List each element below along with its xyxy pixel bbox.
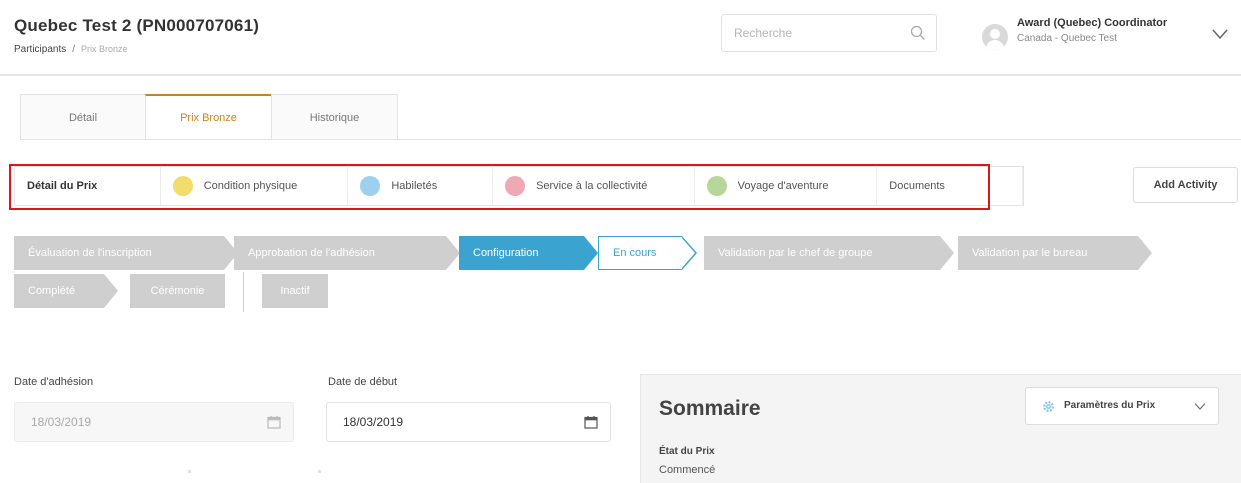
adhesion-date-input	[15, 403, 293, 441]
status-step-validation-bureau: Validation par le bureau	[958, 236, 1152, 270]
page-header: Quebec Test 2 (PN000707061) Participants…	[0, 0, 1241, 76]
subtab-label: Documents	[889, 180, 945, 192]
award-settings-label: Paramètres du Prix	[1064, 400, 1156, 411]
breadcrumb: Participants / Prix Bronze	[14, 44, 128, 55]
tab-detail[interactable]: Détail	[20, 94, 146, 140]
adhesion-date-field	[14, 402, 294, 442]
status-step-configuration: Configuration	[459, 236, 598, 270]
gear-icon	[1043, 401, 1054, 412]
avatar-body	[986, 40, 1004, 50]
subtab-label: Détail du Prix	[27, 180, 98, 192]
add-activity-button[interactable]: Add Activity	[1133, 167, 1238, 203]
skills-icon	[360, 176, 381, 196]
status-step-inactif: Inactif	[262, 274, 328, 308]
subtab-label: Condition physique	[203, 180, 298, 192]
subtab-label: Habiletés	[391, 180, 438, 192]
user-org: Canada - Quebec Test	[1017, 33, 1117, 44]
search-icon[interactable]	[910, 25, 926, 41]
tabs-divider	[20, 139, 1241, 140]
tab-prix-bronze[interactable]: Prix Bronze	[145, 94, 272, 140]
subtab-service-collectivite[interactable]: Service à la collectivité	[493, 167, 695, 205]
status-step-approbation: Approbation de l'adhésion	[234, 236, 460, 270]
status-step-complete: Complété	[14, 274, 118, 308]
status-step-ceremonie: Cérémonie	[130, 274, 225, 308]
chevron-down-icon[interactable]	[1212, 28, 1228, 40]
award-settings-button[interactable]: Paramètres du Prix	[1025, 387, 1219, 425]
search-box	[721, 14, 937, 52]
avatar[interactable]	[982, 24, 1008, 50]
breadcrumb-separator: /	[72, 44, 76, 55]
award-state-label: État du Prix	[659, 446, 715, 457]
summary-panel: Sommaire Paramètres du Prix État du Prix…	[640, 374, 1241, 483]
subtab-voyage-aventure[interactable]: Voyage d'aventure	[695, 167, 878, 205]
status-divider	[243, 272, 244, 312]
partial-row-marker	[318, 470, 321, 473]
subtab-condition-physique[interactable]: Condition physique	[161, 167, 349, 205]
award-sub-tabs: Détail du Prix Condition physique Habile…	[14, 166, 1024, 206]
subtab-documents[interactable]: Documents	[877, 167, 1024, 205]
calendar-icon[interactable]	[584, 415, 598, 429]
adhesion-date-label: Date d'adhésion	[14, 376, 94, 388]
debut-date-field	[326, 402, 611, 442]
chevron-down-icon	[1194, 403, 1206, 410]
tab-historique[interactable]: Historique	[271, 94, 398, 140]
physical-recreation-icon	[172, 176, 193, 196]
search-input[interactable]	[722, 15, 902, 51]
breadcrumb-current: Prix Bronze	[81, 44, 128, 54]
main-tabs: Détail Prix Bronze Historique	[20, 94, 398, 140]
user-name[interactable]: Award (Quebec) Coordinator	[1017, 17, 1167, 29]
award-state-value: Commencé	[659, 464, 716, 476]
subtab-habiletes[interactable]: Habiletés	[348, 167, 494, 205]
summary-title: Sommaire	[659, 397, 761, 420]
debut-date-label: Date de début	[328, 376, 398, 388]
volunteering-icon	[505, 176, 526, 196]
partial-row-marker	[188, 470, 191, 473]
avatar-head	[990, 29, 1000, 39]
calendar-icon	[267, 416, 281, 429]
subtab-label: Service à la collectivité	[536, 180, 648, 192]
status-step-en-cours: En cours	[598, 236, 697, 270]
breadcrumb-participants[interactable]: Participants	[14, 44, 66, 55]
subtab-detail-du-prix[interactable]: Détail du Prix	[15, 167, 161, 205]
subtab-label: Voyage d'aventure	[737, 180, 829, 192]
debut-date-input[interactable]	[327, 403, 610, 441]
page-title: Quebec Test 2 (PN000707061)	[14, 16, 260, 35]
adventurous-journey-icon	[706, 176, 727, 196]
status-step-validation-chef: Validation par le chef de groupe	[704, 236, 954, 270]
status-step-evaluation: Évaluation de l'inscription	[14, 236, 238, 270]
